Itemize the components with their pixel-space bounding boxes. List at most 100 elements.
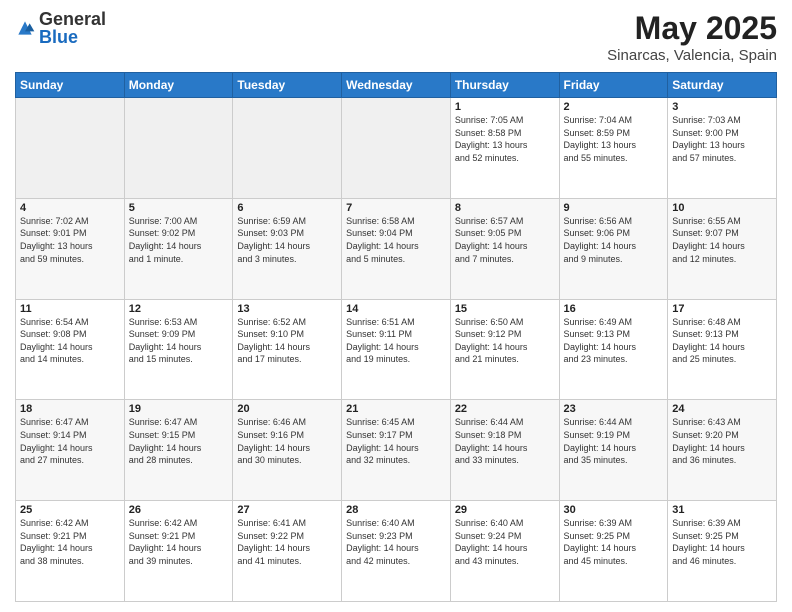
day-number: 4: [20, 202, 120, 214]
calendar-cell: [16, 98, 125, 199]
calendar-cell: 9Sunrise: 6:56 AM Sunset: 9:06 PM Daylig…: [559, 198, 668, 299]
header: General Blue May 2025 Sinarcas, Valencia…: [15, 10, 777, 64]
week-row-3: 11Sunrise: 6:54 AM Sunset: 9:08 PM Dayli…: [16, 299, 777, 400]
page: General Blue May 2025 Sinarcas, Valencia…: [0, 0, 792, 612]
day-number: 8: [455, 202, 555, 214]
day-info: Sunrise: 6:53 AM Sunset: 9:09 PM Dayligh…: [129, 316, 229, 366]
calendar-cell: 12Sunrise: 6:53 AM Sunset: 9:09 PM Dayli…: [124, 299, 233, 400]
day-info: Sunrise: 6:58 AM Sunset: 9:04 PM Dayligh…: [346, 215, 446, 265]
day-number: 9: [564, 202, 664, 214]
day-number: 11: [20, 303, 120, 315]
day-info: Sunrise: 6:40 AM Sunset: 9:24 PM Dayligh…: [455, 517, 555, 567]
day-info: Sunrise: 6:46 AM Sunset: 9:16 PM Dayligh…: [237, 416, 337, 466]
day-header-tuesday: Tuesday: [233, 73, 342, 98]
calendar-cell: [124, 98, 233, 199]
day-info: Sunrise: 6:48 AM Sunset: 9:13 PM Dayligh…: [672, 316, 772, 366]
calendar-cell: 15Sunrise: 6:50 AM Sunset: 9:12 PM Dayli…: [450, 299, 559, 400]
week-row-2: 4Sunrise: 7:02 AM Sunset: 9:01 PM Daylig…: [16, 198, 777, 299]
day-number: 10: [672, 202, 772, 214]
calendar-cell: 4Sunrise: 7:02 AM Sunset: 9:01 PM Daylig…: [16, 198, 125, 299]
day-number: 27: [237, 504, 337, 516]
day-number: 15: [455, 303, 555, 315]
day-info: Sunrise: 6:39 AM Sunset: 9:25 PM Dayligh…: [564, 517, 664, 567]
calendar-cell: 29Sunrise: 6:40 AM Sunset: 9:24 PM Dayli…: [450, 501, 559, 602]
day-info: Sunrise: 6:52 AM Sunset: 9:10 PM Dayligh…: [237, 316, 337, 366]
calendar-cell: 14Sunrise: 6:51 AM Sunset: 9:11 PM Dayli…: [342, 299, 451, 400]
day-number: 29: [455, 504, 555, 516]
day-info: Sunrise: 6:39 AM Sunset: 9:25 PM Dayligh…: [672, 517, 772, 567]
day-number: 26: [129, 504, 229, 516]
day-number: 20: [237, 403, 337, 415]
day-number: 19: [129, 403, 229, 415]
calendar-cell: [233, 98, 342, 199]
day-info: Sunrise: 6:45 AM Sunset: 9:17 PM Dayligh…: [346, 416, 446, 466]
day-number: 7: [346, 202, 446, 214]
calendar-cell: 31Sunrise: 6:39 AM Sunset: 9:25 PM Dayli…: [668, 501, 777, 602]
day-number: 17: [672, 303, 772, 315]
calendar-cell: 3Sunrise: 7:03 AM Sunset: 9:00 PM Daylig…: [668, 98, 777, 199]
day-header-wednesday: Wednesday: [342, 73, 451, 98]
day-header-monday: Monday: [124, 73, 233, 98]
calendar-cell: 27Sunrise: 6:41 AM Sunset: 9:22 PM Dayli…: [233, 501, 342, 602]
calendar-cell: 6Sunrise: 6:59 AM Sunset: 9:03 PM Daylig…: [233, 198, 342, 299]
calendar-table: SundayMondayTuesdayWednesdayThursdayFrid…: [15, 72, 777, 602]
calendar-cell: 20Sunrise: 6:46 AM Sunset: 9:16 PM Dayli…: [233, 400, 342, 501]
logo-general: General: [39, 10, 106, 28]
day-number: 25: [20, 504, 120, 516]
day-number: 16: [564, 303, 664, 315]
day-number: 21: [346, 403, 446, 415]
logo: General Blue: [15, 10, 106, 46]
logo-text: General Blue: [39, 10, 106, 46]
day-number: 24: [672, 403, 772, 415]
week-row-5: 25 Sunrise: 6:42 AM Sunset: 9:21 PM Dayli…: [16, 501, 777, 602]
calendar-cell: 23Sunrise: 6:44 AM Sunset: 9:19 PM Dayli…: [559, 400, 668, 501]
day-info: Sunrise: 6:43 AM Sunset: 9:20 PM Dayligh…: [672, 416, 772, 466]
day-number: 22: [455, 403, 555, 415]
calendar-cell: 17Sunrise: 6:48 AM Sunset: 9:13 PM Dayli…: [668, 299, 777, 400]
day-info: Sunrise: 6:42 AM Sunset: 9:21 PM Dayligh…: [129, 517, 229, 567]
calendar-cell: 30Sunrise: 6:39 AM Sunset: 9:25 PM Dayli…: [559, 501, 668, 602]
day-number: 28: [346, 504, 446, 516]
day-info: Sunrise: 6:47 AM Sunset: 9:14 PM Dayligh…: [20, 416, 120, 466]
calendar-cell: 16Sunrise: 6:49 AM Sunset: 9:13 PM Dayli…: [559, 299, 668, 400]
calendar-cell: 26Sunrise: 6:42 AM Sunset: 9:21 PM Dayli…: [124, 501, 233, 602]
day-number: 13: [237, 303, 337, 315]
week-row-4: 18Sunrise: 6:47 AM Sunset: 9:14 PM Dayli…: [16, 400, 777, 501]
calendar-cell: 13Sunrise: 6:52 AM Sunset: 9:10 PM Dayli…: [233, 299, 342, 400]
day-info: Sunrise: 6:40 AM Sunset: 9:23 PM Dayligh…: [346, 517, 446, 567]
title-block: May 2025 Sinarcas, Valencia, Spain: [607, 10, 777, 64]
day-info: Sunrise: 6:56 AM Sunset: 9:06 PM Dayligh…: [564, 215, 664, 265]
day-info: Sunrise: 7:02 AM Sunset: 9:01 PM Dayligh…: [20, 215, 120, 265]
day-number: 2: [564, 101, 664, 113]
day-info: Sunrise: 6:55 AM Sunset: 9:07 PM Dayligh…: [672, 215, 772, 265]
day-number: 23: [564, 403, 664, 415]
location: Sinarcas, Valencia, Spain: [607, 47, 777, 64]
day-number: 18: [20, 403, 120, 415]
calendar-cell: 8Sunrise: 6:57 AM Sunset: 9:05 PM Daylig…: [450, 198, 559, 299]
calendar-cell: 10Sunrise: 6:55 AM Sunset: 9:07 PM Dayli…: [668, 198, 777, 299]
day-number: 1: [455, 101, 555, 113]
day-number: 5: [129, 202, 229, 214]
calendar-cell: 28Sunrise: 6:40 AM Sunset: 9:23 PM Dayli…: [342, 501, 451, 602]
day-info: Sunrise: 7:04 AM Sunset: 8:59 PM Dayligh…: [564, 114, 664, 164]
day-header-sunday: Sunday: [16, 73, 125, 98]
day-number: 12: [129, 303, 229, 315]
calendar-header-row: SundayMondayTuesdayWednesdayThursdayFrid…: [16, 73, 777, 98]
calendar-cell: 21Sunrise: 6:45 AM Sunset: 9:17 PM Dayli…: [342, 400, 451, 501]
calendar-cell: 19Sunrise: 6:47 AM Sunset: 9:15 PM Dayli…: [124, 400, 233, 501]
day-number: 3: [672, 101, 772, 113]
day-number: 30: [564, 504, 664, 516]
calendar-cell: 22Sunrise: 6:44 AM Sunset: 9:18 PM Dayli…: [450, 400, 559, 501]
calendar-cell: [342, 98, 451, 199]
day-info: Sunrise: 7:00 AM Sunset: 9:02 PM Dayligh…: [129, 215, 229, 265]
day-info: Sunrise: 6:41 AM Sunset: 9:22 PM Dayligh…: [237, 517, 337, 567]
day-info: Sunrise: 6:49 AM Sunset: 9:13 PM Dayligh…: [564, 316, 664, 366]
day-info: Sunrise: 6:57 AM Sunset: 9:05 PM Dayligh…: [455, 215, 555, 265]
day-info: Sunrise: 6:47 AM Sunset: 9:15 PM Dayligh…: [129, 416, 229, 466]
logo-icon: [15, 18, 35, 38]
day-info: Sunrise: 7:03 AM Sunset: 9:00 PM Dayligh…: [672, 114, 772, 164]
calendar-cell: 24Sunrise: 6:43 AM Sunset: 9:20 PM Dayli…: [668, 400, 777, 501]
day-info: Sunrise: 6:44 AM Sunset: 9:18 PM Dayligh…: [455, 416, 555, 466]
day-number: 6: [237, 202, 337, 214]
day-number: 31: [672, 504, 772, 516]
